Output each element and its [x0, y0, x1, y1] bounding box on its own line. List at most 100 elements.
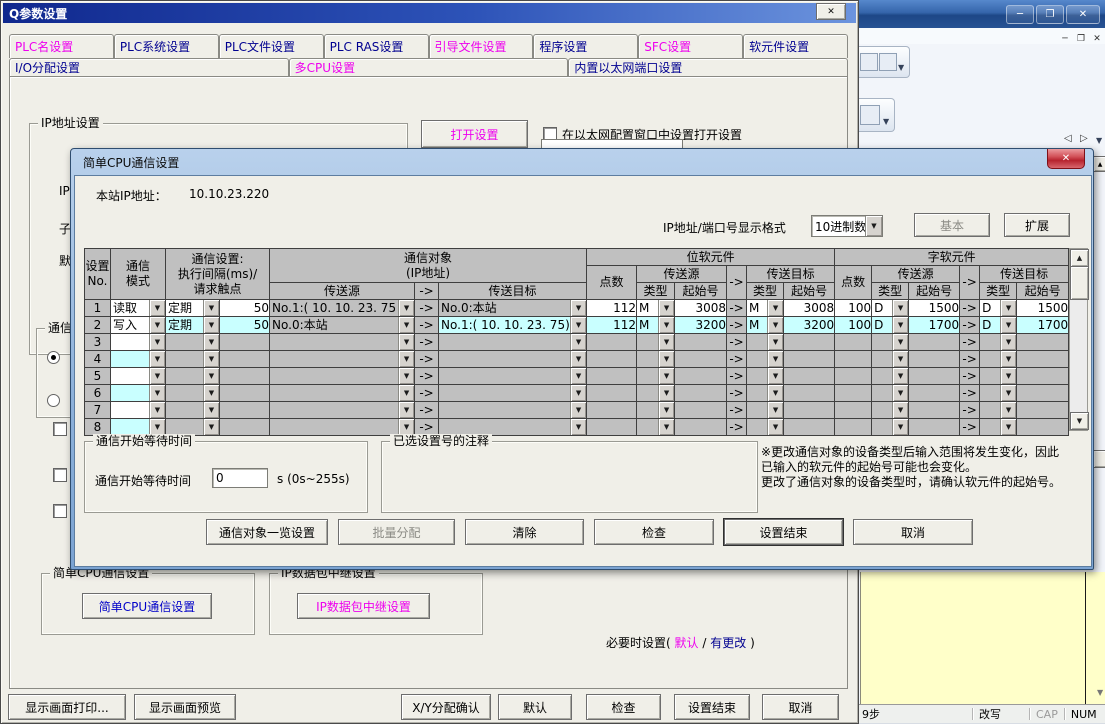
- transfer-source-cell[interactable]: [270, 385, 415, 402]
- check-button[interactable]: 检查: [594, 519, 714, 545]
- comm-setting-cell[interactable]: 定期: [166, 317, 220, 334]
- word-src-start-cell[interactable]: 1700: [909, 317, 960, 334]
- word-tgt-start-cell[interactable]: [1017, 385, 1069, 402]
- word-src-type-cell[interactable]: D: [872, 300, 909, 317]
- nav-left-icon[interactable]: ◁: [1064, 133, 1072, 144]
- bit-tgt-type-cell[interactable]: [747, 368, 784, 385]
- simple-cpu-settings-button[interactable]: 简单CPU通信设置: [82, 593, 212, 619]
- transfer-source-cell[interactable]: [270, 419, 415, 436]
- comm-mode-cell[interactable]: [111, 334, 166, 351]
- bit-tgt-type-cell[interactable]: [747, 385, 784, 402]
- bit-tgt-type-cell[interactable]: [747, 334, 784, 351]
- checkbox[interactable]: [53, 468, 67, 482]
- comm-setting-cell[interactable]: [166, 402, 220, 419]
- bit-tgt-start-cell[interactable]: [784, 402, 835, 419]
- checkbox[interactable]: [53, 504, 67, 518]
- scrollbar-thumb[interactable]: [1093, 450, 1105, 468]
- word-src-type-cell[interactable]: D: [872, 317, 909, 334]
- nav-right-icon[interactable]: ▷: [1080, 133, 1088, 144]
- bit-src-start-cell[interactable]: [675, 402, 727, 419]
- default-link[interactable]: 默认: [675, 636, 699, 650]
- tab[interactable]: SFC设置: [638, 34, 743, 58]
- bit-src-start-cell[interactable]: [675, 368, 727, 385]
- bit-tgt-type-cell[interactable]: [747, 402, 784, 419]
- bit-src-type-cell[interactable]: [637, 351, 675, 368]
- bit-tgt-start-cell[interactable]: [784, 368, 835, 385]
- ladder-editor-area[interactable]: ▼: [860, 572, 1105, 704]
- toolbar-icon[interactable]: [879, 53, 897, 71]
- scroll-up-icon[interactable]: ▲: [1093, 156, 1105, 172]
- ip-packet-relay-button[interactable]: IP数据包中继设置: [297, 593, 430, 619]
- transfer-source-cell[interactable]: No.0:本站: [270, 317, 415, 334]
- bit-points-cell[interactable]: [587, 419, 637, 436]
- tab[interactable]: 程序设置: [533, 34, 638, 58]
- wait-time-input[interactable]: [212, 468, 268, 488]
- word-points-cell[interactable]: [835, 385, 872, 402]
- transfer-target-cell[interactable]: [439, 402, 587, 419]
- bit-src-type-cell[interactable]: [637, 402, 675, 419]
- tab[interactable]: I/O分配设置: [9, 58, 289, 76]
- word-tgt-start-cell[interactable]: 1500: [1017, 300, 1069, 317]
- checkbox[interactable]: [53, 422, 67, 436]
- word-points-cell[interactable]: [835, 368, 872, 385]
- bit-points-cell[interactable]: [587, 351, 637, 368]
- word-src-type-cell[interactable]: [872, 334, 909, 351]
- comm-mode-cell[interactable]: 读取: [111, 300, 166, 317]
- bit-points-cell[interactable]: 112: [587, 300, 637, 317]
- bit-src-type-cell[interactable]: [637, 368, 675, 385]
- word-src-type-cell[interactable]: [872, 419, 909, 436]
- word-tgt-start-cell[interactable]: 1700: [1017, 317, 1069, 334]
- bit-src-start-cell[interactable]: [675, 351, 727, 368]
- transfer-source-cell[interactable]: [270, 351, 415, 368]
- transfer-target-cell[interactable]: [439, 368, 587, 385]
- word-tgt-start-cell[interactable]: [1017, 419, 1069, 436]
- radio-button[interactable]: [47, 351, 60, 364]
- word-points-cell[interactable]: [835, 334, 872, 351]
- interval-cell[interactable]: [220, 368, 270, 385]
- grid-scrollbar[interactable]: ▲ ▼: [1069, 248, 1088, 431]
- radio-button[interactable]: [47, 394, 60, 407]
- word-tgt-type-cell[interactable]: [980, 402, 1017, 419]
- tab[interactable]: 引导文件设置: [429, 34, 534, 58]
- word-tgt-start-cell[interactable]: [1017, 402, 1069, 419]
- finish-setting-button[interactable]: 设置结束: [724, 519, 843, 545]
- word-src-type-cell[interactable]: [872, 385, 909, 402]
- interval-cell[interactable]: 50: [220, 300, 270, 317]
- bit-src-type-cell[interactable]: [637, 419, 675, 436]
- comm-setting-cell[interactable]: [166, 368, 220, 385]
- basic-button[interactable]: 基本: [914, 213, 990, 237]
- tab[interactable]: PLC RAS设置: [324, 34, 429, 58]
- finish-setting-button[interactable]: 设置结束: [674, 694, 750, 720]
- word-src-start-cell[interactable]: [909, 334, 960, 351]
- word-tgt-type-cell[interactable]: [980, 368, 1017, 385]
- close-icon[interactable]: ✕: [816, 3, 846, 20]
- word-tgt-type-cell[interactable]: [980, 419, 1017, 436]
- word-tgt-start-cell[interactable]: [1017, 334, 1069, 351]
- display-preview-button[interactable]: 显示画面预览: [134, 694, 236, 720]
- bit-tgt-start-cell[interactable]: [784, 419, 835, 436]
- transfer-target-cell[interactable]: [439, 385, 587, 402]
- word-tgt-start-cell[interactable]: [1017, 368, 1069, 385]
- bit-src-start-cell[interactable]: [675, 334, 727, 351]
- chevron-down-icon[interactable]: [865, 216, 882, 236]
- word-points-cell[interactable]: [835, 419, 872, 436]
- interval-cell[interactable]: 50: [220, 317, 270, 334]
- chevron-down-icon[interactable]: ▼: [898, 63, 904, 72]
- comm-setting-cell[interactable]: [166, 419, 220, 436]
- check-button[interactable]: 检查: [586, 694, 661, 720]
- bit-tgt-start-cell[interactable]: 3008: [784, 300, 835, 317]
- bit-src-type-cell[interactable]: M: [637, 300, 675, 317]
- word-src-type-cell[interactable]: [872, 402, 909, 419]
- format-select[interactable]: 10进制数: [811, 215, 883, 237]
- extended-button[interactable]: 扩展: [1004, 213, 1070, 237]
- open-settings-button[interactable]: 打开设置: [421, 120, 528, 148]
- bit-tgt-type-cell[interactable]: [747, 351, 784, 368]
- transfer-source-cell[interactable]: No.1:( 10. 10. 23. 75): [270, 300, 415, 317]
- interval-cell[interactable]: [220, 334, 270, 351]
- word-src-start-cell[interactable]: 1500: [909, 300, 960, 317]
- default-button[interactable]: 默认: [498, 694, 572, 720]
- target-list-setting-button[interactable]: 通信对象一览设置: [206, 519, 328, 545]
- tab[interactable]: 内置以太网端口设置: [568, 58, 848, 76]
- chevron-down-icon[interactable]: ▼: [1096, 136, 1102, 145]
- interval-cell[interactable]: [220, 419, 270, 436]
